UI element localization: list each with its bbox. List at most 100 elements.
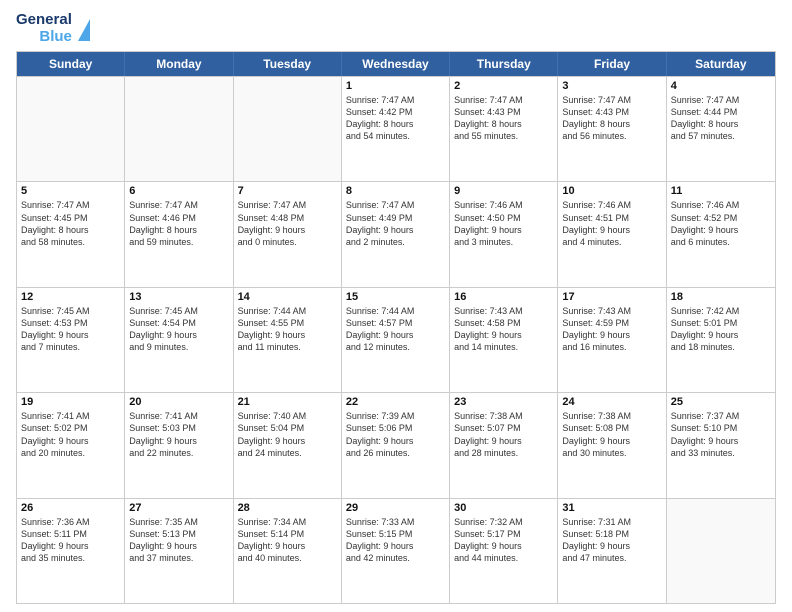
day-number: 25 — [671, 396, 771, 408]
calendar-week-1: 5 Sunrise: 7:47 AM Sunset: 4:45 PM Daylig… — [17, 181, 775, 286]
calendar-cell: 11 Sunrise: 7:46 AM Sunset: 4:52 PM Dayli… — [667, 182, 775, 286]
day-number: 27 — [129, 502, 228, 514]
page: General Blue Sunday Monday Tuesday Wedne… — [0, 0, 792, 612]
day-number: 31 — [562, 502, 661, 514]
day-info: Sunrise: 7:37 AM Sunset: 5:10 PM Dayligh… — [671, 410, 771, 459]
day-info: Sunrise: 7:38 AM Sunset: 5:07 PM Dayligh… — [454, 410, 553, 459]
day-info: Sunrise: 7:45 AM Sunset: 4:54 PM Dayligh… — [129, 305, 228, 354]
day-number: 10 — [562, 185, 661, 197]
day-info: Sunrise: 7:47 AM Sunset: 4:43 PM Dayligh… — [454, 94, 553, 143]
day-number: 14 — [238, 291, 337, 303]
day-info: Sunrise: 7:46 AM Sunset: 4:50 PM Dayligh… — [454, 199, 553, 248]
day-info: Sunrise: 7:47 AM Sunset: 4:48 PM Dayligh… — [238, 199, 337, 248]
day-info: Sunrise: 7:36 AM Sunset: 5:11 PM Dayligh… — [21, 516, 120, 565]
day-number: 28 — [238, 502, 337, 514]
logo: General Blue — [16, 12, 90, 45]
day-info: Sunrise: 7:46 AM Sunset: 4:51 PM Dayligh… — [562, 199, 661, 248]
day-number: 20 — [129, 396, 228, 408]
calendar-cell: 15 Sunrise: 7:44 AM Sunset: 4:57 PM Dayli… — [342, 288, 450, 392]
calendar-cell: 24Sunrise: 7:38 AM Sunset: 5:08 PM Dayli… — [558, 393, 666, 497]
logo-blue: Blue — [39, 29, 72, 46]
calendar-cell — [667, 499, 775, 603]
day-info: Sunrise: 7:42 AM Sunset: 5:01 PM Dayligh… — [671, 305, 771, 354]
calendar-cell: 16Sunrise: 7:43 AM Sunset: 4:58 PM Dayli… — [450, 288, 558, 392]
calendar-cell: 2 Sunrise: 7:47 AM Sunset: 4:43 PM Daylig… — [450, 77, 558, 181]
day-number: 4 — [671, 80, 771, 92]
calendar-cell: 8Sunrise: 7:47 AM Sunset: 4:49 PM Daylig… — [342, 182, 450, 286]
calendar-week-3: 19Sunrise: 7:41 AM Sunset: 5:02 PM Dayli… — [17, 392, 775, 497]
day-number: 5 — [21, 185, 120, 197]
day-number: 29 — [346, 502, 445, 514]
day-number: 1 — [346, 80, 445, 92]
day-info: Sunrise: 7:32 AM Sunset: 5:17 PM Dayligh… — [454, 516, 553, 565]
calendar-cell: 29 Sunrise: 7:33 AM Sunset: 5:15 PM Dayli… — [342, 499, 450, 603]
day-number: 15 — [346, 291, 445, 303]
day-info: Sunrise: 7:47 AM Sunset: 4:42 PM Dayligh… — [346, 94, 445, 143]
day-info: Sunrise: 7:47 AM Sunset: 4:44 PM Dayligh… — [671, 94, 771, 143]
calendar-cell: 30 Sunrise: 7:32 AM Sunset: 5:17 PM Dayli… — [450, 499, 558, 603]
calendar-cell: 19Sunrise: 7:41 AM Sunset: 5:02 PM Dayli… — [17, 393, 125, 497]
day-number: 3 — [562, 80, 661, 92]
calendar-cell: 27 Sunrise: 7:35 AM Sunset: 5:13 PM Dayli… — [125, 499, 233, 603]
calendar-cell: 31Sunrise: 7:31 AM Sunset: 5:18 PM Dayli… — [558, 499, 666, 603]
calendar-body: 1 Sunrise: 7:47 AM Sunset: 4:42 PM Daylig… — [17, 76, 775, 603]
day-info: Sunrise: 7:47 AM Sunset: 4:43 PM Dayligh… — [562, 94, 661, 143]
calendar-cell: 23 Sunrise: 7:38 AM Sunset: 5:07 PM Dayli… — [450, 393, 558, 497]
calendar-cell: 3 Sunrise: 7:47 AM Sunset: 4:43 PM Daylig… — [558, 77, 666, 181]
day-number: 11 — [671, 185, 771, 197]
day-info: Sunrise: 7:46 AM Sunset: 4:52 PM Dayligh… — [671, 199, 771, 248]
calendar-week-2: 12 Sunrise: 7:45 AM Sunset: 4:53 PM Dayli… — [17, 287, 775, 392]
day-number: 21 — [238, 396, 337, 408]
calendar-cell: 13 Sunrise: 7:45 AM Sunset: 4:54 PM Dayli… — [125, 288, 233, 392]
calendar-cell: 9 Sunrise: 7:46 AM Sunset: 4:50 PM Daylig… — [450, 182, 558, 286]
calendar-cell: 4 Sunrise: 7:47 AM Sunset: 4:44 PM Daylig… — [667, 77, 775, 181]
calendar-cell: 14 Sunrise: 7:44 AM Sunset: 4:55 PM Dayli… — [234, 288, 342, 392]
calendar-cell: 21 Sunrise: 7:40 AM Sunset: 5:04 PM Dayli… — [234, 393, 342, 497]
calendar-cell: 25 Sunrise: 7:37 AM Sunset: 5:10 PM Dayli… — [667, 393, 775, 497]
day-number: 12 — [21, 291, 120, 303]
calendar-week-0: 1 Sunrise: 7:47 AM Sunset: 4:42 PM Daylig… — [17, 76, 775, 181]
day-info: Sunrise: 7:44 AM Sunset: 4:57 PM Dayligh… — [346, 305, 445, 354]
day-info: Sunrise: 7:39 AM Sunset: 5:06 PM Dayligh… — [346, 410, 445, 459]
day-info: Sunrise: 7:47 AM Sunset: 4:49 PM Dayligh… — [346, 199, 445, 248]
day-number: 30 — [454, 502, 553, 514]
day-info: Sunrise: 7:35 AM Sunset: 5:13 PM Dayligh… — [129, 516, 228, 565]
logo-triangle-icon — [78, 19, 90, 41]
day-info: Sunrise: 7:41 AM Sunset: 5:02 PM Dayligh… — [21, 410, 120, 459]
calendar-cell: 12 Sunrise: 7:45 AM Sunset: 4:53 PM Dayli… — [17, 288, 125, 392]
header-wednesday: Wednesday — [342, 52, 450, 76]
header-tuesday: Tuesday — [234, 52, 342, 76]
day-info: Sunrise: 7:38 AM Sunset: 5:08 PM Dayligh… — [562, 410, 661, 459]
day-info: Sunrise: 7:45 AM Sunset: 4:53 PM Dayligh… — [21, 305, 120, 354]
day-number: 26 — [21, 502, 120, 514]
day-info: Sunrise: 7:33 AM Sunset: 5:15 PM Dayligh… — [346, 516, 445, 565]
header-sunday: Sunday — [17, 52, 125, 76]
day-number: 2 — [454, 80, 553, 92]
day-number: 16 — [454, 291, 553, 303]
calendar-cell: 18 Sunrise: 7:42 AM Sunset: 5:01 PM Dayli… — [667, 288, 775, 392]
header-friday: Friday — [558, 52, 666, 76]
day-number: 18 — [671, 291, 771, 303]
day-number: 17 — [562, 291, 661, 303]
header-saturday: Saturday — [667, 52, 775, 76]
calendar-cell: 1 Sunrise: 7:47 AM Sunset: 4:42 PM Daylig… — [342, 77, 450, 181]
header-thursday: Thursday — [450, 52, 558, 76]
day-number: 9 — [454, 185, 553, 197]
day-number: 6 — [129, 185, 228, 197]
day-info: Sunrise: 7:47 AM Sunset: 4:45 PM Dayligh… — [21, 199, 120, 248]
calendar-cell: 6Sunrise: 7:47 AM Sunset: 4:46 PM Daylig… — [125, 182, 233, 286]
header: General Blue — [16, 12, 776, 45]
calendar-cell: 20Sunrise: 7:41 AM Sunset: 5:03 PM Dayli… — [125, 393, 233, 497]
calendar-cell: 26 Sunrise: 7:36 AM Sunset: 5:11 PM Dayli… — [17, 499, 125, 603]
day-info: Sunrise: 7:44 AM Sunset: 4:55 PM Dayligh… — [238, 305, 337, 354]
logo-general: General — [16, 12, 72, 29]
day-number: 7 — [238, 185, 337, 197]
calendar: Sunday Monday Tuesday Wednesday Thursday… — [16, 51, 776, 604]
calendar-header: Sunday Monday Tuesday Wednesday Thursday… — [17, 52, 775, 76]
day-info: Sunrise: 7:40 AM Sunset: 5:04 PM Dayligh… — [238, 410, 337, 459]
calendar-cell — [17, 77, 125, 181]
day-number: 13 — [129, 291, 228, 303]
day-number: 23 — [454, 396, 553, 408]
calendar-cell: 28Sunrise: 7:34 AM Sunset: 5:14 PM Dayli… — [234, 499, 342, 603]
calendar-cell — [125, 77, 233, 181]
